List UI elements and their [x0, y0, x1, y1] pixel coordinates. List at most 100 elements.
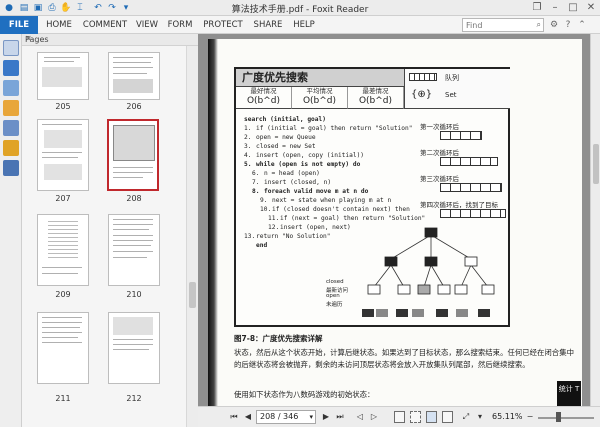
scan-edge [208, 39, 218, 406]
body-paragraph: 使用如下状态作为八数码游戏的初始状态： [234, 390, 375, 399]
document-view[interactable]: 广度优先搜索 最好情况 O(b^d) 平均情况 O(b^d) 最差情况 O(b^… [198, 34, 590, 406]
code-line: 4. insert (open, copy (initial)) [244, 152, 365, 159]
help-icon[interactable]: ? [562, 19, 574, 31]
page-number-field[interactable]: 208 / 346 ▾ [256, 410, 316, 424]
status-bar: ⏮ ◀ 208 / 346 ▾ ▶ ⏭ ◁ ▷ ⤢ ▾ 65.11% − [198, 406, 600, 427]
continuous-facing-view-icon[interactable] [442, 411, 453, 423]
search-settings-icon[interactable]: ⚙ [548, 19, 560, 31]
tab-home[interactable]: HOME [40, 16, 78, 34]
queue-label: 队列 [445, 74, 459, 82]
pages-panel-icon[interactable] [3, 60, 19, 76]
tab-share[interactable]: SHARE [250, 16, 286, 34]
page-number-value: 208 / 346 [260, 412, 299, 421]
thumbnail-label: 205 [55, 102, 71, 111]
code-line: 8. foreach valid move m at n do [252, 188, 369, 195]
zoom-dropdown-icon[interactable]: ▾ [474, 411, 486, 423]
zoom-level[interactable]: 65.11% [492, 412, 523, 421]
security-panel-icon[interactable] [3, 140, 19, 156]
code-line: 10.if (closed doesn't contain next) then [260, 206, 410, 213]
code-line: 1. if (initial = goal) then return "Solut… [244, 125, 413, 132]
find-box[interactable]: ⌕ [462, 18, 544, 32]
thumbnail-label: 207 [55, 194, 71, 203]
algorithm-title: 广度优先搜索 [236, 69, 404, 87]
zoom-out-icon[interactable]: − [524, 411, 536, 423]
page-thumbnail[interactable] [108, 52, 160, 100]
page-thumbnail[interactable] [37, 214, 89, 286]
single-page-view-icon[interactable] [394, 411, 405, 423]
minimize-button[interactable]: – [546, 1, 564, 15]
tab-comment[interactable]: COMMENT [80, 16, 130, 34]
tree-legend-open: open [326, 293, 340, 299]
tab-view[interactable]: VIEW [132, 16, 162, 34]
code-header: search (initial, goal) [244, 116, 326, 123]
previous-page-icon[interactable]: ◀ [242, 411, 254, 423]
next-view-icon[interactable]: ▷ [368, 411, 380, 423]
tree-legend-unvisited: 未遍历 [326, 302, 343, 308]
page-thumbnail[interactable] [37, 312, 89, 384]
tab-help[interactable]: HELP [288, 16, 320, 34]
chevron-down-icon[interactable]: ▾ [309, 411, 313, 423]
last-page-icon[interactable]: ⏭ [334, 411, 346, 423]
previous-view-icon[interactable]: ◁ [354, 411, 366, 423]
search-icon[interactable]: ⌕ [537, 20, 541, 30]
zoom-slider[interactable] [538, 417, 594, 419]
pdf-page: 广度优先搜索 最好情况 O(b^d) 平均情况 O(b^d) 最差情况 O(b^… [208, 39, 582, 406]
page-thumbnail[interactable] [108, 312, 160, 384]
maximize-button[interactable]: □ [564, 1, 582, 15]
ribbon-tabs: FILE HOME COMMENT VIEW FORM PROTECT SHAR… [0, 16, 600, 34]
code-line: 7. insert (closed, n) [252, 179, 332, 186]
collapse-ribbon-icon[interactable]: ⌃ [576, 19, 588, 31]
continuous-view-icon[interactable] [410, 411, 421, 423]
title-bar: ● ▤ ▣ ⎙ ✋ ⌶ ↶ ↷ ▾ 算法技术手册.pdf - Foxit Rea… [0, 0, 600, 16]
code-line: 2. open = new Queue [244, 134, 316, 141]
iteration-note: 第二次循环后 [420, 149, 459, 157]
body-paragraph: 状态，然后从这个状态开始，计算后继状态。如果达到了目标状态，那么搜索结束。任何已… [234, 348, 574, 369]
tab-protect[interactable]: PROTECT [198, 16, 248, 34]
tree-legend-closed: closed [326, 279, 344, 285]
first-page-icon[interactable]: ⏮ [228, 411, 240, 423]
set-symbol: {⊕} [411, 89, 433, 100]
code-line: 5. while (open is not empty) do [244, 161, 361, 168]
queue-symbol [409, 73, 437, 81]
complexity-best: 最好情况 O(b^d) [236, 87, 292, 109]
code-line: 9. next = state when playing m at n [260, 197, 392, 204]
queue-state-4 [440, 209, 506, 218]
code-line: 13.return "No Solution" [244, 233, 331, 240]
find-input[interactable] [463, 19, 529, 31]
restore-ribbon-button[interactable]: ❐ [528, 1, 546, 15]
code-line: end [256, 242, 268, 249]
document-scrollbar[interactable] [590, 34, 600, 406]
zoom-slider-knob[interactable] [556, 412, 561, 422]
comments-panel-icon[interactable] [3, 100, 19, 116]
pages-panel: Pages ✕ 205 206 207 208 209 210 211 212 [22, 34, 198, 427]
code-line: 6. n = head (open) [252, 170, 320, 177]
thumbnail-label: 211 [55, 394, 71, 403]
complexity-worst: 最差情况 O(b^d) [348, 87, 404, 109]
queue-state-1 [440, 131, 482, 140]
watermark-stamp: 统计 T [557, 381, 581, 406]
page-thumbnail[interactable] [37, 119, 89, 191]
tab-form[interactable]: FORM [164, 16, 196, 34]
tab-file[interactable]: FILE [0, 16, 38, 34]
complexity-average: 平均情况 O(b^d) [292, 87, 348, 109]
close-panel-icon[interactable]: ✕ [25, 34, 195, 43]
next-page-icon[interactable]: ▶ [320, 411, 332, 423]
document-scroll-thumb[interactable] [593, 144, 599, 184]
signatures-panel-icon[interactable] [3, 160, 19, 176]
facing-view-icon[interactable] [426, 411, 437, 423]
layers-panel-icon[interactable] [3, 80, 19, 96]
fit-page-icon[interactable]: ⤢ [460, 411, 472, 423]
attachments-panel-icon[interactable] [3, 120, 19, 136]
figure-caption: 图7-8：广度优先搜索详解 [234, 334, 323, 343]
legend-box: 队列 {⊕} Set [404, 69, 510, 109]
page-thumbnail-selected[interactable] [107, 119, 159, 191]
page-thumbnail[interactable] [108, 214, 160, 286]
thumbnails-scrollbar[interactable] [186, 46, 198, 427]
page-thumbnail[interactable] [37, 52, 89, 100]
code-line: 11.if (next = goal) then return "Solutio… [268, 215, 426, 222]
close-button[interactable]: ✕ [582, 1, 600, 15]
bookmarks-panel-icon[interactable] [3, 40, 19, 56]
scroll-thumb[interactable] [189, 282, 196, 308]
thumbnail-label: 209 [55, 290, 71, 299]
queue-state-3 [440, 183, 502, 192]
